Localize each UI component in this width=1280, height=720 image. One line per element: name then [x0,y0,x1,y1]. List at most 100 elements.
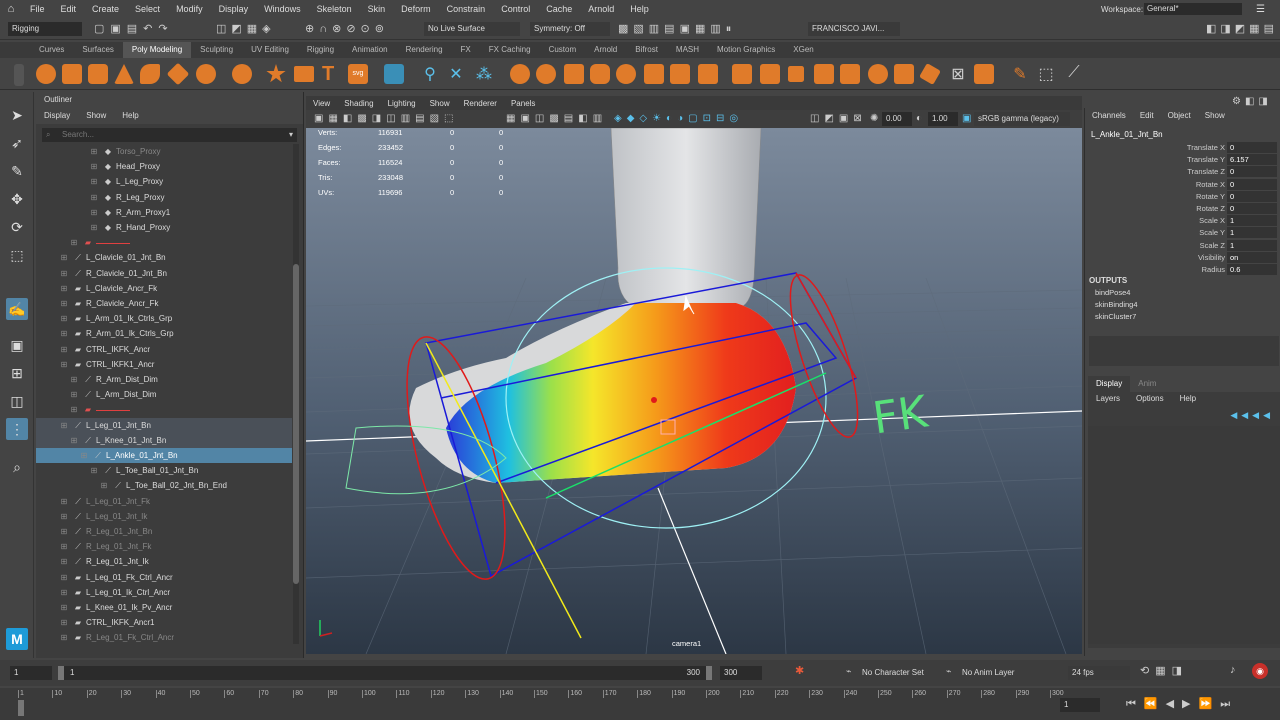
outliner-row[interactable]: ⊞ ◆ Head_Proxy [36,159,292,174]
multi-cut-icon[interactable] [698,64,718,84]
keyframe-icon[interactable]: ✱ [795,664,804,677]
channel-attr-value[interactable]: 0 [1227,178,1277,190]
gamma-field[interactable]: 1.00 [928,112,958,126]
separate-icon[interactable]: ✕ [446,64,466,84]
range-bar[interactable]: 1 300 [58,666,712,680]
expand-icon[interactable]: ⊞ [58,509,70,524]
channel-attr-row[interactable]: Rotate X0 [1085,178,1280,191]
expand-icon[interactable]: ⊞ [58,615,70,630]
poly-disc-icon[interactable] [196,64,216,84]
layer-tab-anim[interactable]: Anim [1130,376,1164,392]
shelf-tab-motion-graphics[interactable]: Motion Graphics [708,42,784,58]
channel-attr-value[interactable]: 1 [1227,227,1277,239]
user-account[interactable]: FRANCISCO JAVI... [808,22,900,36]
outliner-row[interactable]: ⊞ ◆ Torso_Proxy [36,144,292,159]
outliner-row[interactable]: ⊞ ⟋ R_Leg_01_Jnt_Ik [36,554,292,569]
poke-icon[interactable] [814,64,834,84]
outliner-scrollbar[interactable] [293,144,299,644]
shelf-tab-rigging[interactable]: Rigging [298,42,343,58]
outliner-menu-show[interactable]: Show [78,108,114,124]
expand-icon[interactable]: ⊞ [58,494,70,509]
paint-select-icon[interactable]: ✎ [6,160,28,182]
expand-icon[interactable]: ⊞ [58,266,70,281]
channel-attr-row[interactable]: Radius 0.6 [1085,264,1280,276]
expand-icon[interactable]: ⊞ [68,402,80,417]
brush-icon[interactable]: ✎ [1010,64,1030,84]
display-mode-icons[interactable]: ▦▣◫▩▤◧▥ [506,113,607,124]
channel-attr-value[interactable]: 0 [1227,190,1277,202]
viewport-menu-panels[interactable]: Panels [504,99,542,108]
menu-control[interactable]: Control [493,4,538,14]
menu-create[interactable]: Create [84,4,127,14]
outliner-row[interactable]: ⊞ ▰ R_Arm_01_Ik_Ctrls_Grp [36,326,292,341]
shelf-menu-icon[interactable] [14,64,24,86]
workspace-select[interactable]: General* [1144,3,1242,15]
menu-constrain[interactable]: Constrain [439,4,494,14]
current-frame-field[interactable]: 1 [1060,698,1100,712]
anim-layer[interactable]: No Anim Layer [962,668,1014,677]
expand-icon[interactable]: ⊞ [88,144,100,159]
snap-icons[interactable]: ⊕∩⊗⊘⊙⊚ [305,22,389,35]
scrollbar-thumb[interactable] [293,264,299,584]
output-node[interactable]: skinCluster7 [1095,312,1136,321]
poly-plane-icon[interactable] [166,62,190,86]
menu-file[interactable]: File [22,4,53,14]
expand-icon[interactable]: ⊞ [68,387,80,402]
channel-attr-value[interactable]: 0.6 [1227,264,1277,275]
home-icon[interactable]: ⌂ [0,3,22,15]
outliner-row[interactable]: ⊞ ⟋ L_Leg_01_Jnt_Bn [36,417,292,433]
uv-editor-icon[interactable]: ⬚ [1036,64,1056,84]
grid-icon[interactable] [384,64,404,84]
symmetry-select[interactable]: Symmetry: Off [530,22,610,36]
outliner-row[interactable]: ⊞ ▰ [36,402,292,417]
range-start-field[interactable]: 1 [10,666,52,680]
right-panel-icons[interactable]: ⚙◧◨ [1232,96,1272,107]
outliner-search[interactable]: ⌕ Search... ▾ [42,128,297,142]
mode-select[interactable]: Rigging [8,22,82,36]
shelf-tab-sculpting[interactable]: Sculpting [191,42,242,58]
range-end-field[interactable]: 300 [720,666,762,680]
shelf-tab-uv-editing[interactable]: UV Editing [242,42,298,58]
menu-cache[interactable]: Cache [538,4,580,14]
type-icon[interactable]: T [322,64,342,84]
outliner-row[interactable]: ⊞ ▰ L_Leg_01_Ik_Ctrl_Ancr [36,585,292,600]
shelf-tab-bifrost[interactable]: Bifrost [626,42,667,58]
expand-icon[interactable]: ⊞ [68,372,80,387]
expand-icon[interactable]: ⊞ [58,539,70,554]
outliner-row[interactable]: ⊞ ⟋ L_Knee_01_Jnt_Bn [36,432,292,448]
poly-cylinder-icon[interactable] [88,64,108,84]
collapse-icon[interactable] [894,64,914,84]
shelf-tab-animation[interactable]: Animation [343,42,397,58]
channel-attr-value[interactable]: 1 [1227,239,1277,251]
outliner-row[interactable]: ⊞ ⟋ L_Arm_Dist_Dim [36,387,292,402]
outliner-row[interactable]: ⊞ ⟋ R_Leg_01_Jnt_Bn [36,524,292,539]
outliner-row[interactable]: ⊞ ◆ L_Leg_Proxy [36,174,292,189]
viewport-menu-lighting[interactable]: Lighting [381,99,423,108]
channel-menu-show[interactable]: Show [1198,108,1232,124]
outliner-row[interactable]: ⊞ ◆ R_Hand_Proxy [36,220,292,235]
fps-select[interactable]: 24 fps [1068,666,1130,680]
poly-sphere-icon[interactable] [36,64,56,84]
expand-icon[interactable]: ⊞ [88,174,100,189]
expand-icon[interactable]: ⊞ [98,478,110,493]
expand-icon[interactable]: ⊞ [58,281,70,296]
bevel-icon[interactable] [616,64,636,84]
channel-attr-value[interactable]: 0 [1227,203,1277,214]
menu-modify[interactable]: Modify [168,4,211,14]
sweep-mesh-icon[interactable] [294,66,314,82]
select-mode-icons[interactable]: ◫◩▦◈ [216,22,276,35]
viewport-menu-shading[interactable]: Shading [337,99,380,108]
outliner-row[interactable]: ⊞ ◆ R_Leg_Proxy [36,190,292,205]
combine-icon[interactable]: ⚲ [420,64,440,84]
channel-attr-row[interactable]: Translate Y 6.157 [1085,154,1280,166]
menu-select[interactable]: Select [127,4,168,14]
scale-tool-icon[interactable]: ⬚ [6,244,28,266]
wedge-icon[interactable] [840,64,860,84]
channel-menu-object[interactable]: Object [1161,108,1198,124]
four-view-icon[interactable]: ⊞ [6,362,28,384]
channel-attr-value[interactable]: on [1227,251,1277,263]
expand-icon[interactable]: ⊞ [88,159,100,174]
shelf-tab-poly-modeling[interactable]: Poly Modeling [122,42,192,58]
playback-option-icons[interactable]: ⟲▦◨ [1140,664,1188,677]
menu-deform[interactable]: Deform [393,4,439,14]
